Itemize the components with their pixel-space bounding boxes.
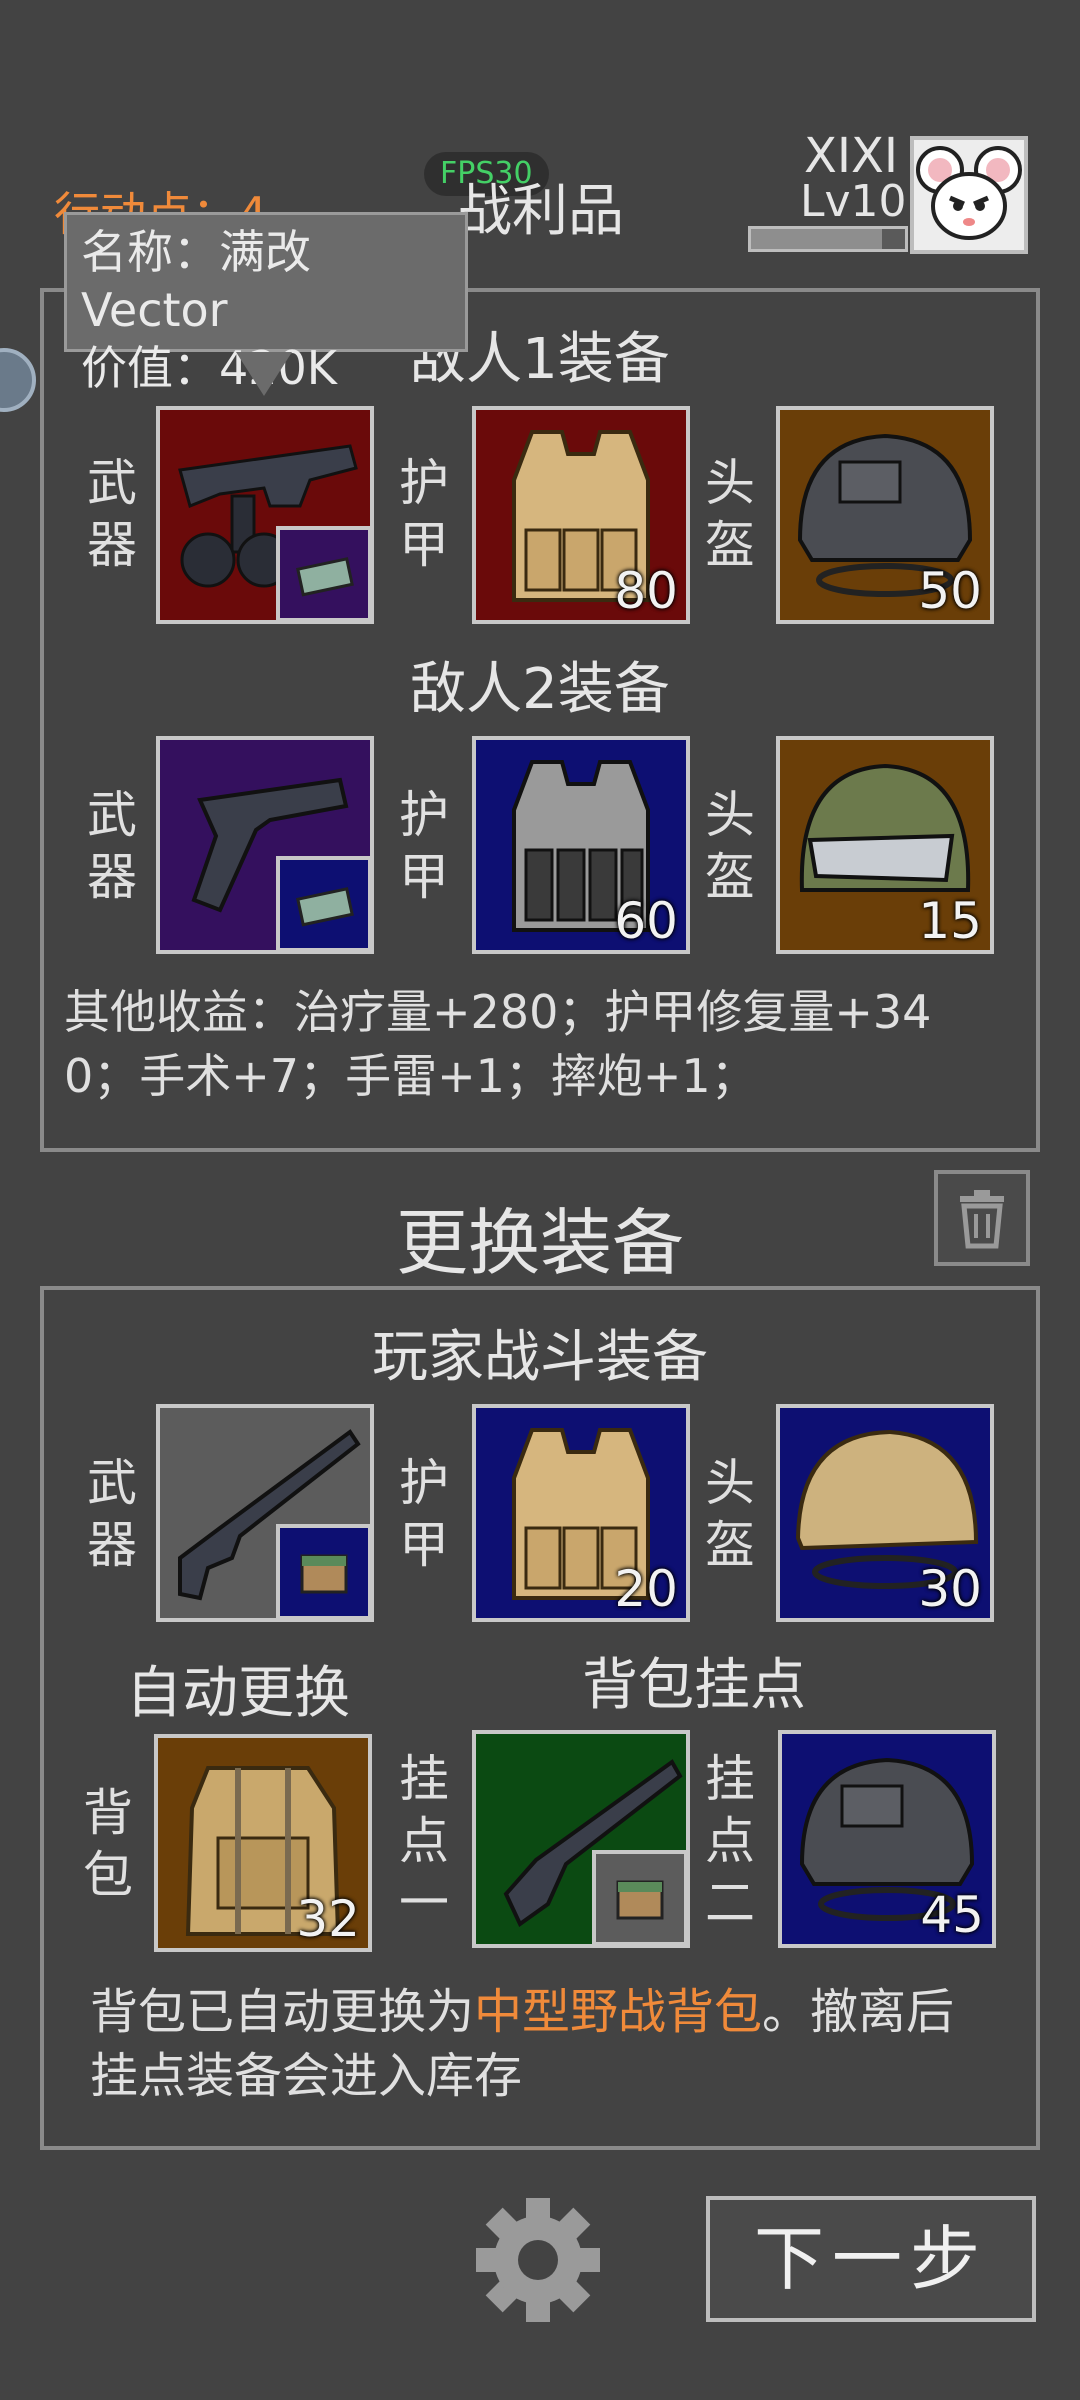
- helmet-label: 头盔: [705, 454, 755, 574]
- backpack-label: 背包: [83, 1784, 133, 1904]
- enemy2-title: 敌人2装备: [410, 657, 670, 722]
- player-level: Lv10: [800, 176, 907, 227]
- enemy1-helmet-slot[interactable]: 50: [776, 406, 994, 624]
- mount1-slot[interactable]: [472, 1730, 690, 1948]
- backpack-mounts-label: 背包挂点: [582, 1653, 806, 1718]
- ammo-box-icon: [296, 557, 354, 597]
- enemy2-weapon-slot[interactable]: [156, 736, 374, 954]
- player-helmet-slot[interactable]: 30: [776, 1404, 994, 1622]
- enemy2-helmet-slot[interactable]: 15: [776, 736, 994, 954]
- armor-durability: 80: [614, 562, 678, 620]
- player-equipment-title: 玩家战斗装备: [372, 1325, 708, 1390]
- mount2-label: 挂点二: [705, 1750, 755, 1932]
- helmet-label: 头盔: [705, 1454, 755, 1574]
- mount2-slot[interactable]: 45: [778, 1730, 996, 1948]
- tooltip-name: 名称：满改Vector: [81, 225, 311, 337]
- backpack-notice: 背包已自动更换为中型野战背包。撤离后 挂点装备会进入库存: [90, 1984, 955, 2104]
- armor-label: 护甲: [399, 454, 449, 574]
- item-tooltip: 名称：满改Vector 价值：420K: [64, 212, 468, 395]
- gear-icon: [476, 2198, 600, 2322]
- other-income: 其他收益：治疗量+280；护甲修复量+34 0；手术+7；手雷+1；摔炮+1；: [64, 985, 932, 1103]
- trash-icon: [960, 1190, 1004, 1249]
- armor-label: 护甲: [399, 1454, 449, 1574]
- tooltip-arrow: [236, 352, 292, 396]
- enemy2-armor-slot[interactable]: 60: [472, 736, 690, 954]
- weapon-label: 武器: [87, 786, 137, 906]
- helmet-durability: 50: [918, 562, 982, 620]
- armor-durability: 60: [614, 892, 678, 950]
- page-title: 战利品: [456, 179, 624, 244]
- helmet-durability: 30: [918, 1560, 982, 1618]
- next-step-button[interactable]: 下一步: [706, 2196, 1036, 2322]
- armor-durability: 20: [614, 1560, 678, 1618]
- armor-label: 护甲: [399, 786, 449, 906]
- enemy1-weapon-slot[interactable]: [156, 406, 374, 624]
- backpack-name-highlight: 中型野战背包: [474, 1984, 763, 2040]
- xp-bar-fill: [751, 229, 882, 249]
- enemy1-ammo-slot[interactable]: [276, 526, 370, 620]
- ammo-crate-icon: [616, 1880, 664, 1920]
- mount1-ammo-slot[interactable]: [592, 1850, 686, 1944]
- ammo-box-icon: [296, 887, 354, 927]
- player-weapon-slot[interactable]: [156, 1404, 374, 1622]
- backpack-capacity: 32: [296, 1890, 360, 1948]
- avatar[interactable]: [910, 136, 1028, 254]
- enemy2-ammo-slot[interactable]: [276, 856, 370, 950]
- mount1-label: 挂点一: [399, 1750, 449, 1932]
- weapon-label: 武器: [87, 454, 137, 574]
- auto-replace-label: 自动更换: [126, 1661, 350, 1726]
- player-backpack-slot[interactable]: 32: [154, 1734, 372, 1952]
- ammo-crate-icon: [300, 1554, 348, 1594]
- helmet-durability: 15: [918, 892, 982, 950]
- enemy1-armor-slot[interactable]: 80: [472, 406, 690, 624]
- player-armor-slot[interactable]: 20: [472, 1404, 690, 1622]
- mount2-durability: 45: [920, 1886, 984, 1944]
- xp-bar: [748, 226, 908, 252]
- change-equipment-title: 更换装备: [395, 1201, 684, 1285]
- weapon-label: 武器: [87, 1454, 137, 1574]
- helmet-label: 头盔: [705, 786, 755, 906]
- trash-button[interactable]: [934, 1170, 1030, 1266]
- side-bubble[interactable]: [0, 348, 36, 412]
- mouse-avatar-icon: [916, 146, 1022, 240]
- player-ammo-slot[interactable]: [276, 1524, 370, 1618]
- settings-button[interactable]: [470, 2192, 606, 2328]
